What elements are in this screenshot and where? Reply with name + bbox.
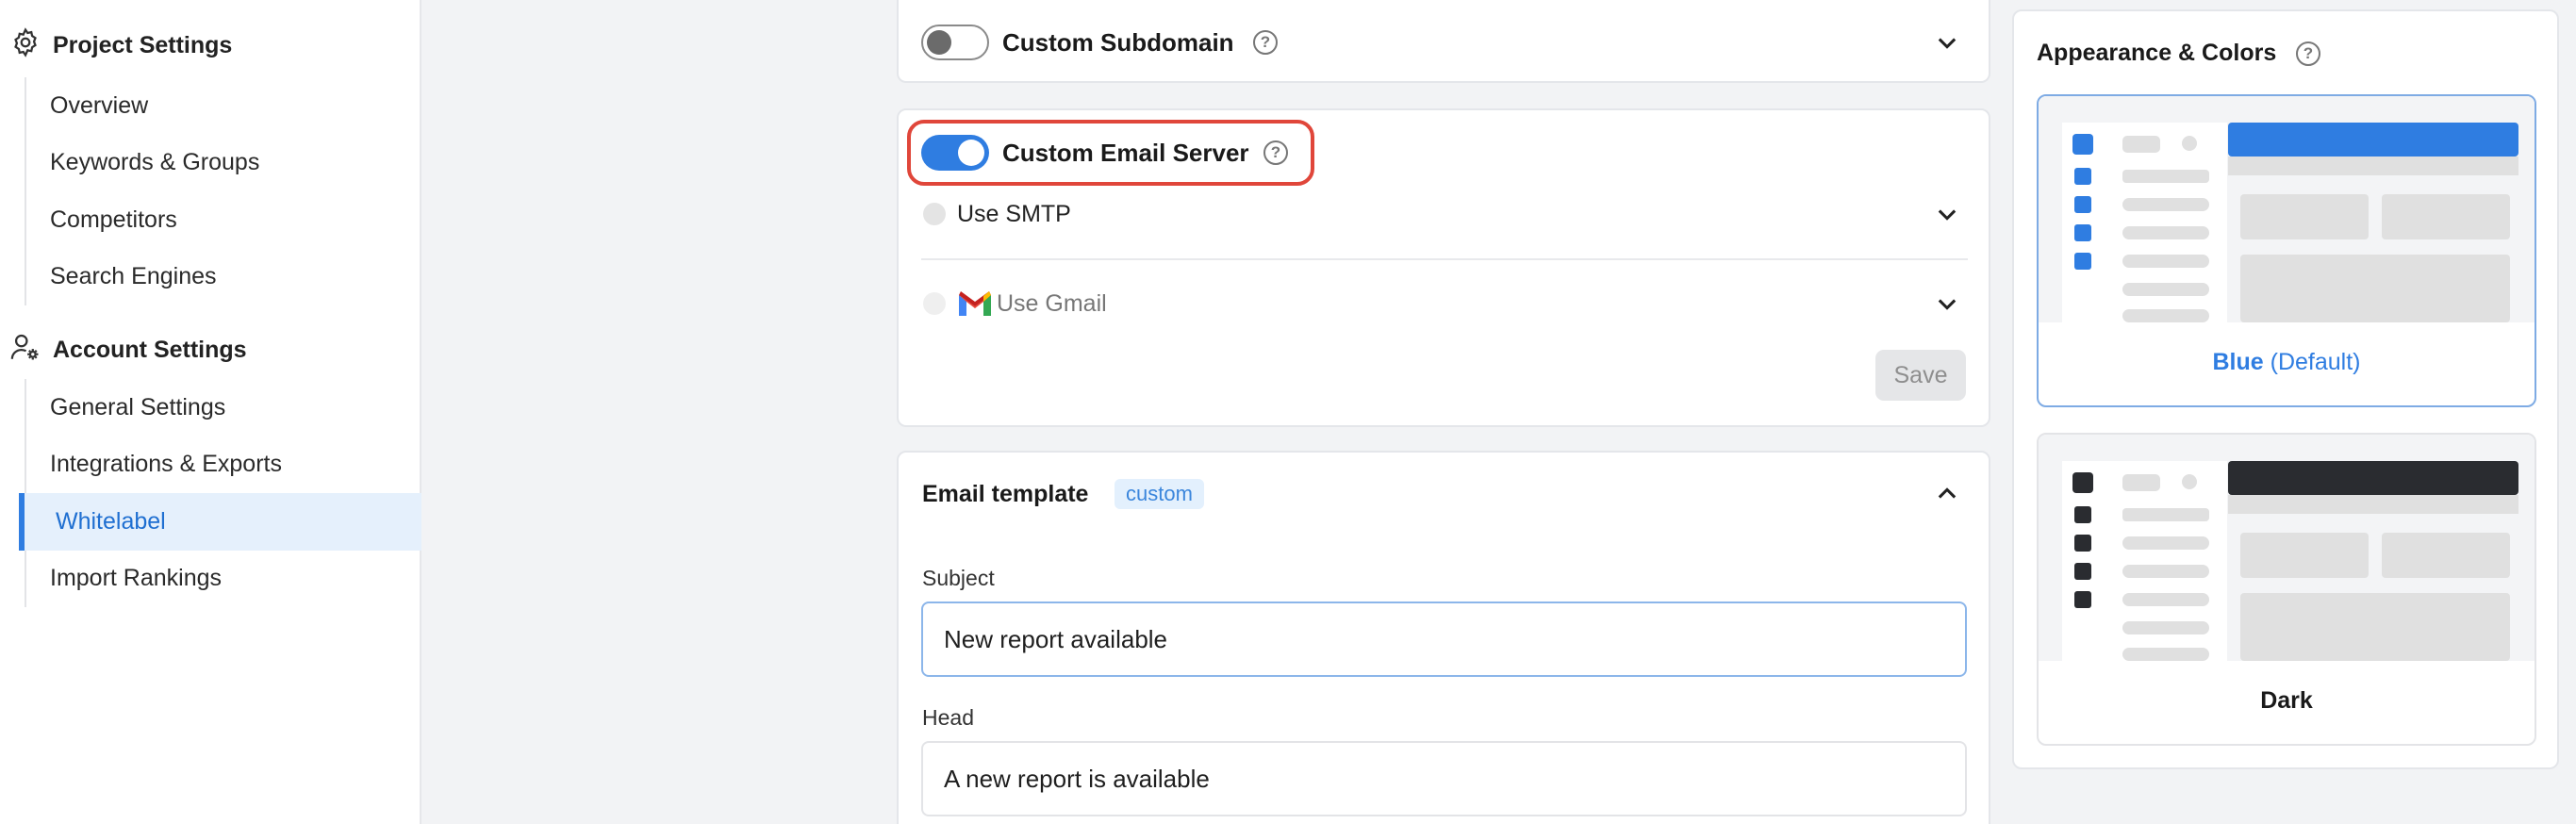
gmail-radio[interactable] <box>923 292 946 315</box>
account-settings-nav: General Settings Integrations & Exports … <box>19 379 421 608</box>
help-icon[interactable]: ? <box>1263 140 1288 165</box>
custom-email-server-card: Custom Email Server ? Use SMTP Use Gmail… <box>897 108 1990 427</box>
toggle-knob <box>958 140 984 166</box>
sidebar-item-search-engines[interactable]: Search Engines <box>26 249 421 306</box>
custom-email-server-title: Custom Email Server <box>1002 139 1249 167</box>
custom-badge: custom <box>1115 479 1204 509</box>
custom-subdomain-toggle[interactable] <box>921 25 989 60</box>
user-gear-icon <box>9 331 41 370</box>
email-template-card: Email template custom Subject New report… <box>897 451 1990 824</box>
theme-name-blue: Blue <box>2212 348 2264 375</box>
save-button[interactable]: Save <box>1875 350 1966 401</box>
sidebar-item-keywords-groups[interactable]: Keywords & Groups <box>26 135 421 192</box>
theme-caption-dark: Dark <box>2039 657 2535 744</box>
smtp-radio[interactable] <box>923 203 946 225</box>
help-icon[interactable]: ? <box>1253 30 1278 55</box>
head-label: Head <box>922 705 974 730</box>
chevron-down-icon[interactable] <box>1934 201 1960 227</box>
theme-preview-blue <box>2039 96 2535 322</box>
gmail-option-label[interactable]: Use Gmail <box>997 290 1107 318</box>
project-settings-nav: Overview Keywords & Groups Competitors S… <box>25 77 421 305</box>
email-template-title: Email template <box>922 481 1089 507</box>
subject-label: Subject <box>922 566 995 590</box>
theme-suffix-default: (Default) <box>2270 348 2361 375</box>
project-settings-heading: Project Settings <box>9 26 232 65</box>
account-settings-title: Account Settings <box>53 337 247 363</box>
option-divider <box>921 258 1968 260</box>
sidebar-item-general-settings[interactable]: General Settings <box>26 379 421 437</box>
custom-subdomain-title: Custom Subdomain <box>1002 28 1234 57</box>
theme-option-blue[interactable]: Blue (Default) <box>2037 94 2536 407</box>
head-input[interactable]: A new report is available <box>921 741 1967 816</box>
sidebar-item-competitors[interactable]: Competitors <box>26 191 421 249</box>
theme-option-dark[interactable]: Dark <box>2037 433 2536 746</box>
custom-subdomain-card: Custom Subdomain ? <box>897 0 1990 83</box>
subject-input[interactable]: New report available <box>921 602 1967 677</box>
chevron-up-icon[interactable] <box>1934 481 1960 507</box>
chevron-down-icon[interactable] <box>1934 29 1960 56</box>
chevron-down-icon[interactable] <box>1934 290 1960 317</box>
appearance-colors-card: Appearance & Colors ? Blue (Default) Dar… <box>2012 9 2559 769</box>
smtp-option-label[interactable]: Use SMTP <box>957 201 1071 228</box>
toggle-knob <box>927 30 951 55</box>
sidebar-item-import-rankings[interactable]: Import Rankings <box>26 551 421 608</box>
sidebar-item-whitelabel[interactable]: Whitelabel <box>19 493 421 551</box>
appearance-title: Appearance & Colors <box>2037 40 2277 66</box>
help-icon[interactable]: ? <box>2296 41 2320 66</box>
sidebar-item-overview[interactable]: Overview <box>26 77 421 135</box>
gmail-icon <box>959 291 991 316</box>
custom-email-server-toggle[interactable] <box>921 135 989 171</box>
project-settings-title: Project Settings <box>53 32 233 58</box>
theme-caption-blue: Blue (Default) <box>2039 319 2535 405</box>
sidebar-item-integrations-exports[interactable]: Integrations & Exports <box>26 437 421 494</box>
account-settings-heading: Account Settings <box>9 331 247 370</box>
gear-icon <box>9 26 41 65</box>
theme-name-dark: Dark <box>2260 686 2313 714</box>
settings-sidebar: Project Settings Overview Keywords & Gro… <box>0 0 421 824</box>
theme-preview-dark <box>2039 435 2535 661</box>
